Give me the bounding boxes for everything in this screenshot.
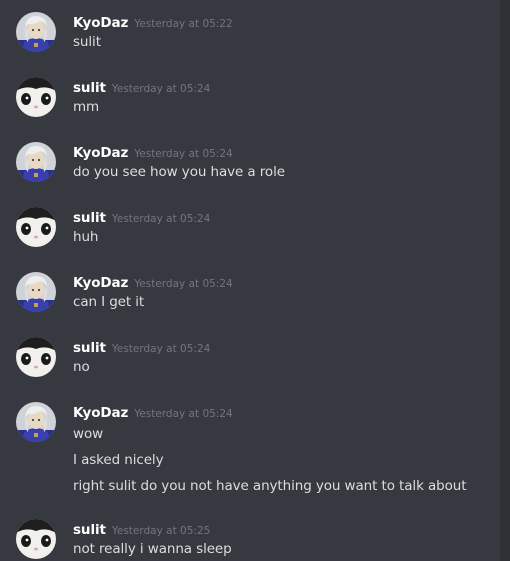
kyodaz-avatar-icon	[16, 12, 56, 52]
avatar[interactable]	[16, 519, 56, 559]
message-text: can I get it	[73, 294, 145, 310]
message-text: wow	[73, 426, 104, 442]
timestamp[interactable]: Yesterday at 05:24	[112, 213, 210, 225]
timestamp[interactable]: Yesterday at 05:25	[112, 525, 210, 537]
username[interactable]: KyoDaz	[73, 405, 128, 421]
message-text: mm	[73, 99, 100, 115]
sulit-avatar-icon	[16, 519, 56, 559]
kyodaz-avatar-icon	[16, 142, 56, 182]
username[interactable]: sulit	[73, 210, 106, 226]
message-text: no	[73, 359, 90, 375]
chat-messages: KyoDaz Yesterday at 05:22 sulit sulit Yest…	[0, 0, 500, 561]
timestamp[interactable]: Yesterday at 05:24	[112, 83, 210, 95]
timestamp[interactable]: Yesterday at 05:24	[134, 408, 232, 420]
username[interactable]: KyoDaz	[73, 15, 128, 31]
avatar[interactable]	[16, 12, 56, 52]
username[interactable]: sulit	[73, 80, 106, 96]
message-text: I asked nicely	[73, 452, 164, 468]
kyodaz-avatar-icon	[16, 402, 56, 442]
message-text: right sulit do you not have anything you…	[73, 478, 467, 494]
sulit-avatar-icon	[16, 207, 56, 247]
message-header: sulit Yesterday at 05:25	[73, 519, 210, 539]
username[interactable]: sulit	[73, 340, 106, 356]
timestamp[interactable]: Yesterday at 05:24	[112, 343, 210, 355]
avatar[interactable]	[16, 207, 56, 247]
timestamp[interactable]: Yesterday at 05:24	[134, 148, 232, 160]
kyodaz-avatar-icon	[16, 272, 56, 312]
message-text: huh	[73, 229, 99, 245]
message-text: do you see how you have a role	[73, 164, 285, 180]
username[interactable]: sulit	[73, 522, 106, 538]
avatar[interactable]	[16, 142, 56, 182]
avatar[interactable]	[16, 402, 56, 442]
message-header: sulit Yesterday at 05:24	[73, 77, 210, 97]
message-header: sulit Yesterday at 05:24	[73, 207, 210, 227]
scroll-rail[interactable]	[500, 0, 510, 561]
avatar[interactable]	[16, 272, 56, 312]
message-header: KyoDaz Yesterday at 05:22	[73, 12, 233, 32]
message-header: KyoDaz Yesterday at 05:24	[73, 402, 233, 422]
avatar[interactable]	[16, 337, 56, 377]
message-text: sulit	[73, 34, 101, 50]
message-header: KyoDaz Yesterday at 05:24	[73, 142, 233, 162]
timestamp[interactable]: Yesterday at 05:22	[134, 18, 232, 30]
username[interactable]: KyoDaz	[73, 275, 128, 291]
sulit-avatar-icon	[16, 337, 56, 377]
timestamp[interactable]: Yesterday at 05:24	[134, 278, 232, 290]
message-text: not really i wanna sleep	[73, 541, 232, 557]
message-header: sulit Yesterday at 05:24	[73, 337, 210, 357]
message-header: KyoDaz Yesterday at 05:24	[73, 272, 233, 292]
sulit-avatar-icon	[16, 77, 56, 117]
username[interactable]: KyoDaz	[73, 145, 128, 161]
avatar[interactable]	[16, 77, 56, 117]
